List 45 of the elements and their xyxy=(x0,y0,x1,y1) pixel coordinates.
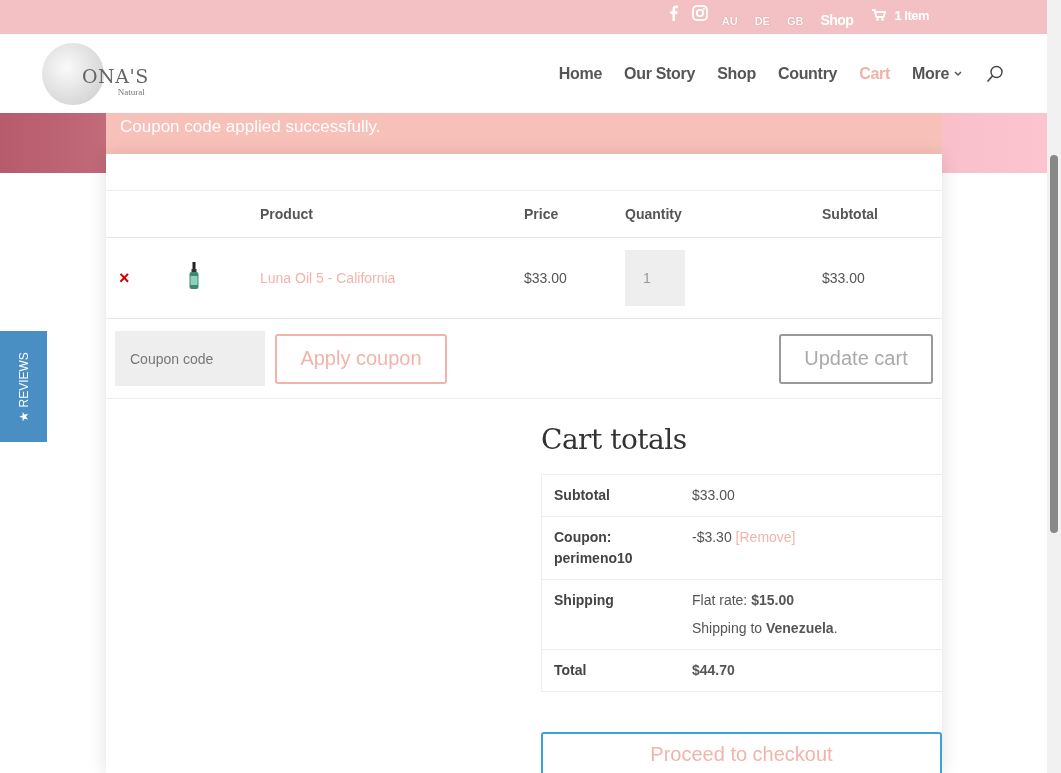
row-label: Coupon: perimeno10 xyxy=(553,528,634,568)
product-link[interactable]: Luna Oil 5 - California xyxy=(260,270,396,286)
scrollbar-thumb[interactable] xyxy=(1050,155,1058,533)
remove-item-button[interactable]: × xyxy=(119,267,130,288)
nav-link[interactable]: Home xyxy=(558,64,603,83)
quantity-field[interactable]: 1 xyxy=(625,250,685,306)
cart-summary-link[interactable]: 1 Item xyxy=(872,7,929,23)
language-link[interactable]: GB xyxy=(786,15,804,27)
section-heading: Cart totals xyxy=(541,423,688,456)
shipping-destination: Shipping to Venezuela. xyxy=(692,619,839,638)
coupon-field[interactable]: Coupon code xyxy=(115,331,265,386)
column-header: Product xyxy=(260,206,314,222)
column-header: Price xyxy=(524,206,560,222)
nav-link[interactable]: Shop xyxy=(717,64,756,83)
price-text: $33.00 xyxy=(524,270,567,286)
nav-link[interactable]: Our Story xyxy=(624,64,696,83)
remove-coupon-link[interactable]: [Remove] xyxy=(735,529,796,545)
subtotal-text: $33.00 xyxy=(822,270,865,286)
row-label: Total xyxy=(553,661,588,680)
update-cart-button[interactable]: Update cart xyxy=(779,333,933,384)
logo-subtitle: Natural xyxy=(117,86,145,97)
column-header: Quantity xyxy=(625,206,683,222)
language-link[interactable]: AU xyxy=(721,15,738,27)
checkout-button[interactable]: Proceed to checkout xyxy=(541,732,942,773)
cart-icon xyxy=(872,9,887,21)
reviews-label: ★ REVIEWS xyxy=(16,351,31,422)
bottle-thumbnail-icon[interactable] xyxy=(189,262,199,290)
search-icon[interactable] xyxy=(986,64,1004,83)
nav-link[interactable]: Cart xyxy=(859,64,890,83)
reviews-tab[interactable]: ★ REVIEWS xyxy=(0,331,47,442)
logo-title: ONA'S xyxy=(82,64,149,87)
caret-icon[interactable] xyxy=(954,70,962,77)
nav-link[interactable]: Country xyxy=(777,64,838,83)
shipping-rate: Flat rate: $15.00 xyxy=(692,592,794,608)
shop-link[interactable]: Shop xyxy=(820,12,854,28)
nav-link[interactable]: More xyxy=(911,64,949,83)
apply-coupon-button[interactable]: Apply coupon xyxy=(275,333,447,384)
column-header: Subtotal xyxy=(822,206,879,222)
row-label: Subtotal xyxy=(553,486,611,505)
language-link[interactable]: DE xyxy=(754,15,770,27)
success-message: Coupon code applied successfully. xyxy=(106,113,942,154)
value-text: $33.00 xyxy=(692,487,735,503)
discount-value: -$3.30 xyxy=(692,529,732,545)
total-value: $44.70 xyxy=(692,662,735,678)
row-label: Shipping xyxy=(553,591,615,610)
